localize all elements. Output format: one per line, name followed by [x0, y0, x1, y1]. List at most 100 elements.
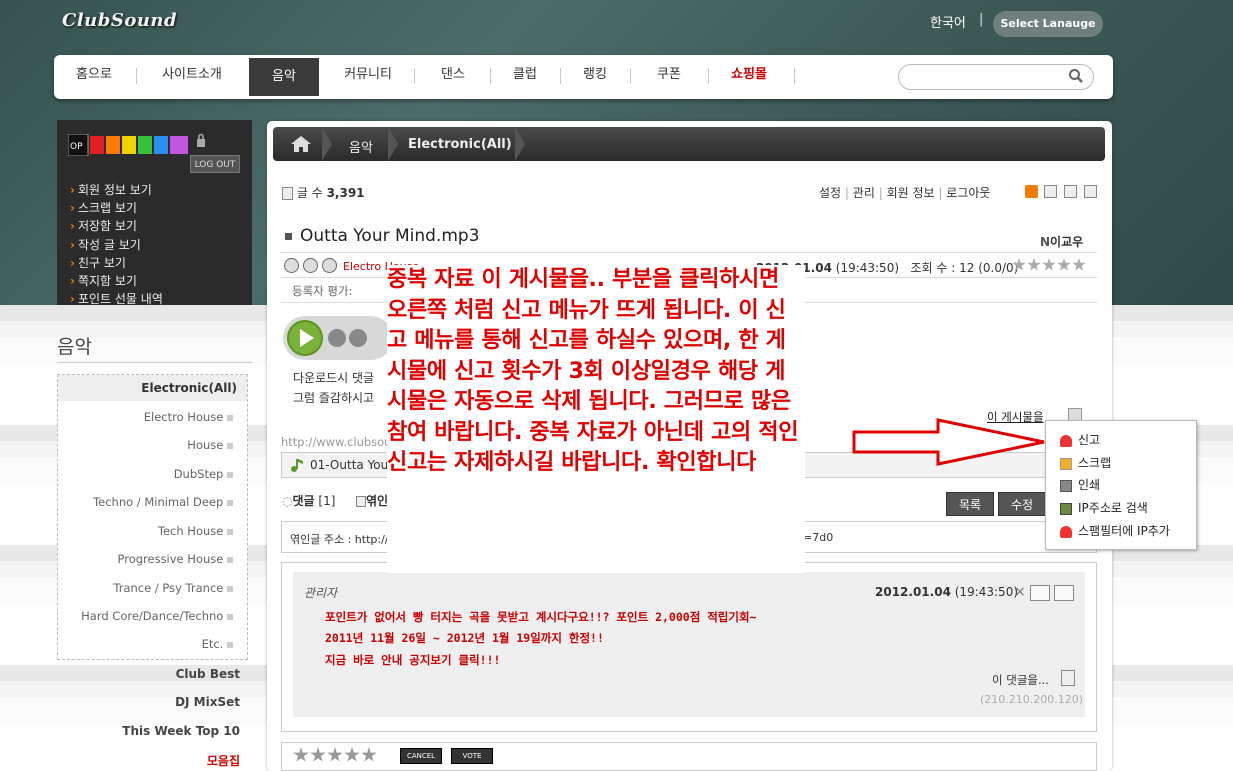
reply-icon[interactable] — [1054, 585, 1074, 601]
comment-line[interactable]: 포인트가 없어서 빵 터지는 곡을 못받고 계시다구요!!? 포인트 2,000… — [325, 609, 756, 625]
menu-item-spam-filter[interactable]: 스팸필터에 IP추가 — [1060, 522, 1170, 539]
nav-divider — [490, 68, 491, 84]
category-active[interactable]: Electronic(All) — [58, 375, 247, 401]
reply-edit-icon[interactable] — [1030, 585, 1050, 601]
trackback-tab[interactable]: 엮인 — [356, 492, 388, 509]
webzine-view-icon[interactable] — [1064, 185, 1077, 198]
category-item[interactable]: Electro House — [144, 410, 233, 424]
menu-item-print[interactable]: 인쇄 — [1060, 476, 1100, 493]
user-menu-posts[interactable]: 작성 글 보기 — [70, 236, 141, 253]
star-icon[interactable] — [293, 747, 309, 762]
category-label: Trance / Psy Trance — [113, 581, 224, 595]
user-menu-messages[interactable]: 쪽지함 보기 — [70, 272, 137, 289]
share-icon[interactable] — [322, 258, 337, 273]
edit-button[interactable]: 수정 — [998, 492, 1046, 516]
up-icon[interactable] — [284, 258, 299, 273]
bullet-icon — [227, 415, 233, 421]
rss-icon[interactable] — [1025, 185, 1038, 198]
category-item[interactable]: Tech House — [158, 524, 233, 538]
nav-ranking[interactable]: 랭킹 — [564, 55, 626, 95]
close-icon[interactable]: × — [1014, 584, 1026, 600]
lock-icon — [1060, 502, 1072, 515]
vote-button[interactable]: VOTE — [451, 748, 493, 764]
breadcrumb-current[interactable]: Electronic(All) — [408, 137, 512, 152]
attachment-link[interactable]: 01-Outta Your — [310, 458, 393, 472]
nav-dance[interactable]: 댄스 — [420, 55, 486, 95]
comment-line[interactable]: 2011년 11월 26일 ~ 2012년 1월 19일까지 한정!! — [325, 630, 604, 646]
member-info-link[interactable]: 회원 정보 — [887, 186, 935, 200]
vote-stars[interactable] — [293, 747, 378, 766]
nav-coupon[interactable]: 쿠폰 — [634, 55, 704, 95]
comment-menu-link[interactable]: 이 댓글을... — [992, 672, 1049, 688]
breadcrumb-separator — [322, 127, 332, 161]
sidebar-link-collection[interactable]: 모음집 — [207, 752, 240, 769]
rating-stars — [1012, 258, 1087, 275]
scrap-icon[interactable] — [303, 258, 318, 273]
settings-link[interactable]: 설정 — [819, 186, 841, 200]
nav-shopping[interactable]: 쇼핑몰 — [714, 55, 784, 95]
user-menu-scrap[interactable]: 스크랩 보기 — [70, 199, 137, 216]
menu-label: IP주소로 검색 — [1078, 501, 1148, 515]
document-icon[interactable] — [1061, 670, 1075, 686]
nav-music[interactable]: 음악 — [249, 58, 319, 96]
user-menu-friends[interactable]: 친구 보기 — [70, 254, 126, 271]
post-author[interactable]: N이교우 — [1040, 233, 1083, 250]
user-menu-profile[interactable]: 회원 정보 보기 — [70, 181, 152, 198]
list-button[interactable]: 목록 — [946, 492, 994, 516]
menu-label: 인쇄 — [1078, 478, 1101, 492]
bullet-icon — [227, 642, 233, 648]
comment-line[interactable]: 지금 바로 안내 공지보기 클릭!!! — [325, 652, 500, 668]
category-item[interactable]: Trance / Psy Trance — [113, 581, 233, 595]
post-count-label: 글 수 — [296, 186, 323, 200]
search-input[interactable] — [898, 64, 1094, 90]
comment-tab[interactable]: ◌댓글 [1] — [282, 492, 335, 509]
views-label: 조회 수 : — [910, 261, 956, 275]
bullet-icon — [285, 233, 292, 240]
sidebar-link-dj-mixset[interactable]: DJ MixSet — [175, 695, 240, 709]
logout-button[interactable]: LOG OUT — [190, 155, 240, 173]
star-icon[interactable] — [344, 747, 360, 762]
sidebar-link-club-best[interactable]: Club Best — [176, 667, 240, 681]
sidebar-link-week-top10[interactable]: This Week Top 10 — [122, 724, 240, 738]
trackback-tab-label: 엮인 — [366, 494, 389, 508]
trackback-address[interactable]: 엮인글 주소 : http:// — [290, 531, 389, 547]
language-current[interactable]: 한국어 — [930, 12, 966, 31]
search-icon[interactable] — [1068, 68, 1084, 84]
post-url[interactable]: http://www.clubsoun — [281, 435, 399, 449]
home-icon[interactable] — [290, 135, 312, 153]
nav-home[interactable]: 홈으로 — [58, 55, 130, 95]
comment-author[interactable]: 관리자 — [304, 584, 337, 601]
cancel-vote-button[interactable]: CANCEL — [400, 748, 442, 764]
user-menu-point-gift[interactable]: 포인트 선물 내역 — [70, 290, 163, 307]
user-menu-storage[interactable]: 저장함 보기 — [70, 217, 137, 234]
star-icon[interactable] — [361, 747, 377, 762]
star-icon[interactable] — [310, 747, 326, 762]
select-language-button[interactable]: Select Lanauge — [993, 11, 1103, 37]
user-level-icon: OP — [68, 134, 188, 156]
menu-item-scrap[interactable]: 스크랩 — [1060, 454, 1111, 471]
category-item[interactable]: Hard Core/Dance/Techno — [81, 609, 233, 623]
comment-time: (19:43:50) — [954, 585, 1019, 599]
category-item[interactable]: Techno / Minimal Deep — [93, 495, 233, 509]
bullet-icon — [227, 529, 233, 535]
menu-item-ip-search[interactable]: IP주소로 검색 — [1060, 499, 1148, 516]
logout-link[interactable]: 로그아웃 — [946, 186, 990, 200]
category-item[interactable]: DubStep — [174, 467, 233, 481]
manage-link[interactable]: 관리 — [853, 186, 875, 200]
menu-item-report[interactable]: 신고 — [1060, 431, 1100, 448]
stop-button[interactable] — [349, 329, 367, 347]
nav-community[interactable]: 커뮤니티 — [328, 55, 408, 95]
siren-icon — [1060, 525, 1072, 538]
list-view-icon[interactable] — [1044, 185, 1057, 198]
site-logo[interactable]: ClubSound — [62, 10, 177, 31]
nav-club[interactable]: 클럽 — [494, 55, 556, 95]
category-item[interactable]: House — [187, 438, 233, 452]
breadcrumb-section[interactable]: 음악 — [349, 137, 373, 156]
nav-about[interactable]: 사이트소개 — [142, 55, 242, 95]
star-icon[interactable] — [327, 747, 343, 762]
category-item[interactable]: Progressive House — [117, 552, 233, 566]
pause-button[interactable] — [328, 329, 346, 347]
separator: | — [844, 186, 849, 200]
gallery-view-icon[interactable] — [1084, 185, 1097, 198]
category-item[interactable]: Etc. — [202, 637, 233, 651]
